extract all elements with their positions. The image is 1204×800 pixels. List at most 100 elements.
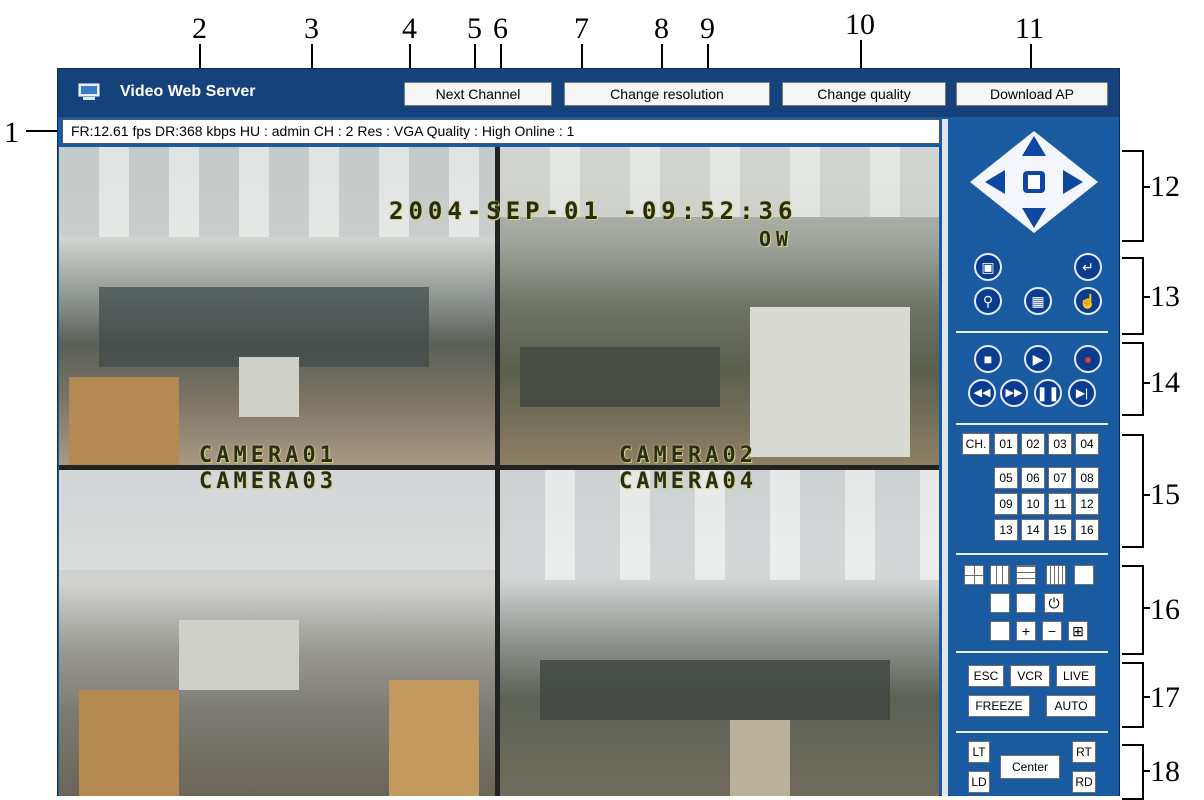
- next-channel-button[interactable]: Next Channel: [404, 82, 552, 106]
- separator: [956, 731, 1108, 733]
- channel-11-button[interactable]: 11: [1048, 493, 1072, 515]
- zoom-out-icon[interactable]: −: [1042, 621, 1062, 641]
- center-button[interactable]: Center: [1000, 755, 1060, 779]
- vertical-scrollbar[interactable]: [942, 119, 948, 796]
- channel-16-button[interactable]: 16: [1075, 519, 1099, 541]
- grid-icon[interactable]: ⊞: [1068, 621, 1088, 641]
- callout-10: 10: [845, 8, 875, 41]
- zoom-in-icon[interactable]: +: [1016, 621, 1036, 641]
- timestamp-overlay: 2004-SEP-01 -09:52:36: [389, 197, 798, 225]
- change-quality-button[interactable]: Change quality: [782, 82, 946, 106]
- channel-01-button[interactable]: 01: [994, 433, 1018, 455]
- return-icon[interactable]: ↵: [1074, 253, 1102, 281]
- channel-14-button[interactable]: 14: [1021, 519, 1045, 541]
- esc-button[interactable]: ESC: [968, 665, 1004, 687]
- lock-icon[interactable]: ▣: [974, 253, 1002, 281]
- arrow-down-icon[interactable]: [1021, 207, 1047, 229]
- callout-12: 12: [1150, 170, 1180, 203]
- play-icon[interactable]: ▶: [1024, 345, 1052, 373]
- callout-13: 13: [1150, 280, 1180, 313]
- leader-17: [1142, 696, 1150, 698]
- channel-09-button[interactable]: 09: [994, 493, 1018, 515]
- rewind-icon[interactable]: ◀◀: [968, 379, 996, 407]
- callout-11: 11: [1015, 12, 1044, 45]
- leader-14: [1142, 382, 1150, 384]
- camera-label-4: CAMERA04: [619, 469, 757, 494]
- callout-1: 1: [4, 116, 19, 149]
- bracket-16: [1122, 565, 1144, 655]
- layout-9-icon[interactable]: [990, 565, 1010, 585]
- callout-3: 3: [304, 12, 319, 45]
- camera-label-1: CAMERA01: [199, 443, 337, 468]
- fast-forward-icon[interactable]: ▶▶: [1000, 379, 1028, 407]
- callout-6: 6: [493, 12, 508, 45]
- layout-quad-icon[interactable]: [964, 565, 984, 585]
- lt-button[interactable]: LT: [968, 741, 990, 763]
- pause-icon[interactable]: ❚❚: [1034, 379, 1062, 407]
- channel-ch-button[interactable]: CH.: [962, 433, 990, 455]
- live-button[interactable]: LIVE: [1056, 665, 1096, 687]
- camera-label-3: CAMERA03: [199, 469, 337, 494]
- stop-icon[interactable]: ■: [974, 345, 1002, 373]
- camera-view-4[interactable]: [500, 470, 939, 796]
- bracket-13: [1122, 257, 1144, 335]
- change-resolution-button[interactable]: Change resolution: [564, 82, 770, 106]
- channel-10-button[interactable]: 10: [1021, 493, 1045, 515]
- bracket-15: [1122, 434, 1144, 548]
- bracket-18: [1122, 744, 1144, 800]
- ptz-center-icon[interactable]: [1023, 171, 1045, 193]
- arrow-up-icon[interactable]: [1021, 135, 1047, 157]
- hand-icon[interactable]: ☝: [1074, 287, 1102, 315]
- rt-button[interactable]: RT: [1072, 741, 1096, 763]
- channel-03-button[interactable]: 03: [1048, 433, 1072, 455]
- bracket-14: [1122, 342, 1144, 416]
- callout-2: 2: [192, 12, 207, 45]
- channel-05-button[interactable]: 05: [994, 467, 1018, 489]
- callout-4: 4: [402, 12, 417, 45]
- download-ap-button[interactable]: Download AP: [956, 82, 1108, 106]
- separator: [956, 423, 1108, 425]
- zoom-icon[interactable]: ⚲: [974, 287, 1002, 315]
- rd-button[interactable]: RD: [1072, 771, 1096, 793]
- camera-view-2[interactable]: [500, 147, 939, 465]
- record-icon[interactable]: ●: [1074, 345, 1102, 373]
- fullscreen-icon[interactable]: [990, 621, 1010, 641]
- callout-7: 7: [574, 12, 589, 45]
- channel-15-button[interactable]: 15: [1048, 519, 1072, 541]
- separator: [956, 553, 1108, 555]
- freeze-button[interactable]: FREEZE: [968, 695, 1030, 717]
- arrow-right-icon[interactable]: [1062, 169, 1084, 195]
- channel-12-button[interactable]: 12: [1075, 493, 1099, 515]
- callout-9: 9: [700, 12, 715, 45]
- channel-02-button[interactable]: 02: [1021, 433, 1045, 455]
- layout-13-icon[interactable]: [1016, 565, 1036, 585]
- channel-13-button[interactable]: 13: [994, 519, 1018, 541]
- separator: [956, 651, 1108, 653]
- callout-5: 5: [467, 12, 482, 45]
- separator: [956, 331, 1108, 333]
- layout-copy-icon[interactable]: [1074, 565, 1094, 585]
- callout-17: 17: [1150, 681, 1180, 714]
- power-icon[interactable]: ⏻: [1044, 593, 1064, 613]
- channel-06-button[interactable]: 06: [1021, 467, 1045, 489]
- layout-pip-icon[interactable]: [1016, 593, 1036, 613]
- step-forward-icon[interactable]: ▶|: [1068, 379, 1096, 407]
- channel-08-button[interactable]: 08: [1075, 467, 1099, 489]
- channel-04-button[interactable]: 04: [1075, 433, 1099, 455]
- control-panel: ▣ ↵ ⚲ ▦ ☝ ■ ▶ ● ◀◀ ▶▶ ❚❚ ▶| CH. 01 02 03…: [950, 117, 1118, 796]
- leader-13: [1142, 296, 1150, 298]
- video-quad-view[interactable]: 2004-SEP-01 -09:52:36 OW CAMERA01 CAMERA…: [59, 147, 939, 796]
- camera-view-1[interactable]: [59, 147, 495, 465]
- auto-button[interactable]: AUTO: [1046, 695, 1096, 717]
- snapshot-icon[interactable]: ▦: [1024, 287, 1052, 315]
- ld-button[interactable]: LD: [968, 771, 990, 793]
- arrow-left-icon[interactable]: [984, 169, 1006, 195]
- layout-16-icon[interactable]: [1046, 565, 1066, 585]
- vcr-button[interactable]: VCR: [1010, 665, 1050, 687]
- camera-view-3[interactable]: [59, 470, 495, 796]
- layout-single-icon[interactable]: [990, 593, 1010, 613]
- app-title: Video Web Server: [120, 83, 256, 100]
- channel-07-button[interactable]: 07: [1048, 467, 1072, 489]
- video-web-server-window: Video Web Server Next Channel Change res…: [57, 68, 1120, 796]
- monitor-icon: [78, 83, 100, 100]
